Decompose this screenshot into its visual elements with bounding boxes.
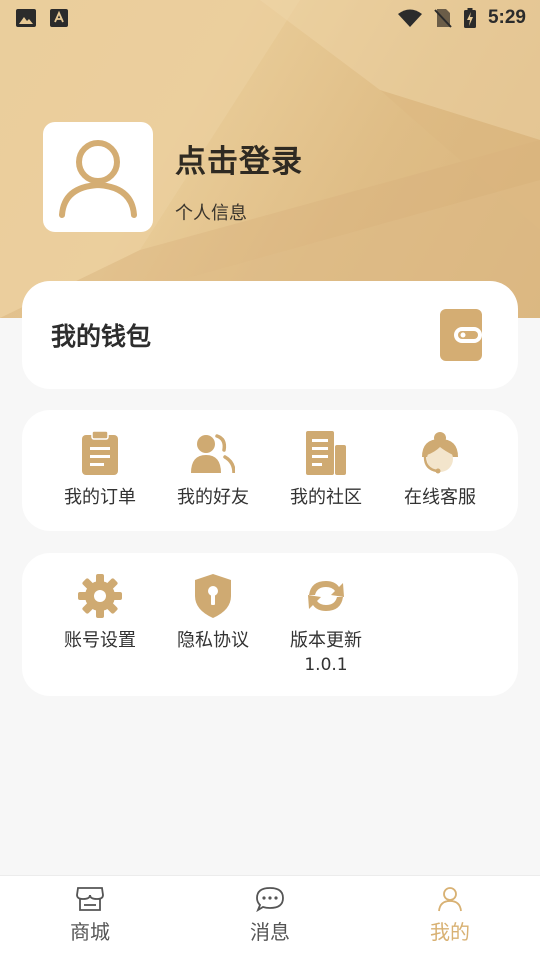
shortcuts-card: 我的订单 我的好友 我的社区 在线客服 (22, 410, 518, 531)
version-update-label: 版本更新 (290, 630, 362, 651)
personal-info-link[interactable]: 个人信息 (175, 199, 247, 225)
person-icon (59, 140, 137, 218)
settings-card: 账号设置 隐私协议 版本更新 1.0.1 (22, 553, 518, 696)
tab-mine[interactable]: 我的 (360, 876, 540, 960)
my-orders-label: 我的订单 (64, 487, 136, 508)
my-community-label: 我的社区 (290, 487, 362, 508)
shield-icon (195, 574, 231, 618)
my-community-button[interactable]: 我的社区 (269, 430, 383, 510)
online-service-button[interactable]: 在线客服 (383, 430, 497, 510)
my-friends-button[interactable]: 我的好友 (156, 430, 270, 510)
online-service-label: 在线客服 (404, 487, 476, 508)
person-icon (438, 887, 462, 912)
avatar[interactable] (43, 122, 153, 232)
wifi-icon (397, 9, 422, 27)
status-time: 5:29 (487, 7, 526, 28)
refresh-icon (308, 581, 344, 611)
wallet-title: 我的钱包 (51, 322, 152, 351)
no-sim-icon (434, 9, 452, 28)
privacy-policy-button[interactable]: 隐私协议 (156, 573, 270, 653)
friends-icon (191, 434, 235, 473)
image-icon (16, 9, 36, 27)
tab-store[interactable]: 商城 (0, 876, 180, 960)
my-orders-button[interactable]: 我的订单 (43, 430, 157, 510)
tab-mine-label: 我的 (430, 920, 470, 944)
account-settings-label: 账号设置 (64, 630, 136, 651)
account-settings-button[interactable]: 账号设置 (43, 573, 157, 653)
clipboard-icon (82, 431, 118, 475)
message-icon (256, 887, 284, 912)
community-icon (306, 431, 346, 475)
wallet-card[interactable]: 我的钱包 (22, 281, 518, 389)
store-icon (76, 887, 104, 911)
privacy-policy-label: 隐私协议 (177, 630, 249, 651)
font-icon (50, 9, 68, 27)
login-link[interactable]: 点击登录 (175, 136, 303, 181)
version-update-button[interactable]: 版本更新 1.0.1 (269, 573, 383, 677)
customer-service-icon (422, 432, 458, 474)
status-bar: 5:29 (0, 0, 540, 36)
gear-icon (78, 574, 122, 618)
tab-messages-label: 消息 (250, 920, 290, 944)
wallet-icon (440, 309, 482, 361)
tab-messages[interactable]: 消息 (180, 876, 360, 960)
version-number: 1.0.1 (304, 655, 348, 675)
tab-store-label: 商城 (70, 920, 110, 944)
battery-charging-icon (463, 8, 476, 28)
bottom-tab-bar: 商城 消息 我的 (0, 875, 540, 960)
my-friends-label: 我的好友 (177, 487, 249, 508)
